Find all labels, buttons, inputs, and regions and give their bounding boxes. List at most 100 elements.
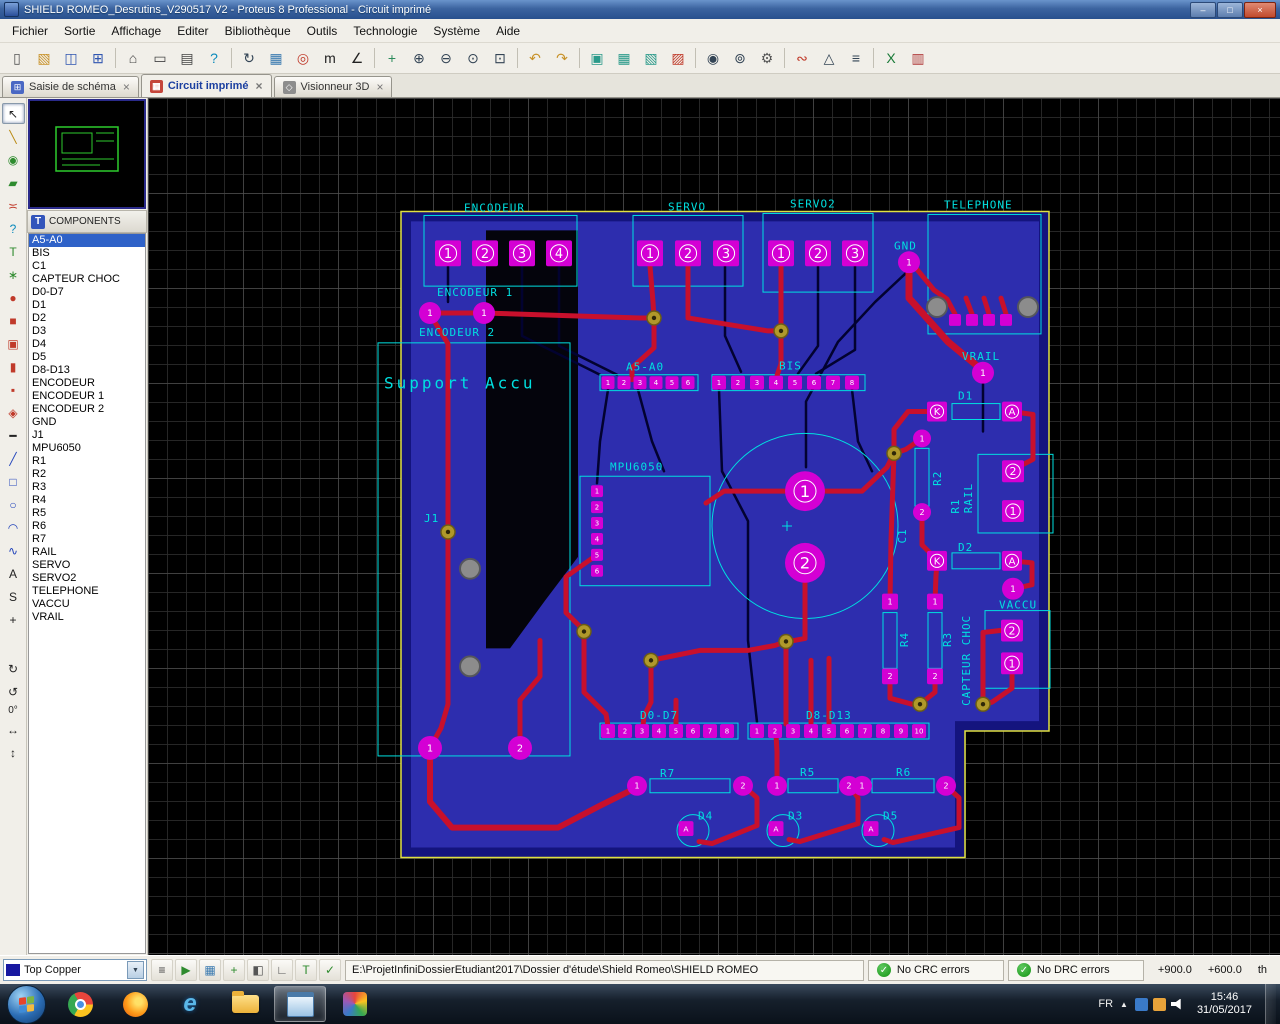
edge-pad-tool-icon[interactable]: ▮ [2, 356, 25, 377]
auto-track-icon[interactable]: T [295, 959, 317, 981]
tab-circuit-imprim[interactable]: ▦ Circuit imprimé × [140, 74, 272, 97]
component-item-c1[interactable]: C1 [29, 260, 145, 273]
pick-parts-icon[interactable]: ◉ [700, 45, 726, 71]
block-copy-icon[interactable]: ▣ [584, 45, 610, 71]
component-item-encodeur[interactable]: ENCODEUR [29, 377, 145, 390]
save-icon[interactable]: ◫ [58, 45, 84, 71]
component-item-servo2[interactable]: SERVO2 [29, 572, 145, 585]
window-minimize-button[interactable]: – [1190, 1, 1216, 18]
menu-fichier[interactable]: Fichier [4, 21, 56, 41]
mirror-horizontal-icon[interactable]: ↔ [2, 719, 25, 740]
rotate-clockwise-icon[interactable]: ↻ [2, 658, 25, 679]
component-item-a5-a0[interactable]: A5-A0 [29, 234, 145, 247]
component-item-r2[interactable]: R2 [29, 468, 145, 481]
menu-sortie[interactable]: Sortie [56, 21, 103, 41]
component-item-telephone[interactable]: TELEPHONE [29, 585, 145, 598]
selection-tool-icon[interactable]: ↖ [1, 103, 25, 124]
polar-coords-icon[interactable]: ∠ [344, 45, 370, 71]
board-flip-icon[interactable]: ◧ [247, 959, 269, 981]
2d-symbol-tool-icon[interactable]: S [2, 586, 25, 607]
language-indicator[interactable]: FR [1098, 998, 1113, 1010]
2d-box-tool-icon[interactable]: □ [2, 471, 25, 492]
menu-technologie[interactable]: Technologie [345, 21, 425, 41]
2d-circle-tool-icon[interactable]: ○ [2, 494, 25, 515]
component-item-r3[interactable]: R3 [29, 481, 145, 494]
pan-icon[interactable]: + [379, 45, 405, 71]
pcb-canvas[interactable]: 1234123123123456123456781234567812345678… [148, 98, 1280, 955]
component-item-r7[interactable]: R7 [29, 533, 145, 546]
zoom-area-icon[interactable]: ⊡ [487, 45, 513, 71]
zoom-in-icon[interactable]: ⊕ [406, 45, 432, 71]
menu-editer[interactable]: Editer [169, 21, 216, 41]
menu-aide[interactable]: Aide [488, 21, 528, 41]
tray-app-orange-icon[interactable] [1152, 997, 1166, 1011]
tray-app-blue-icon[interactable] [1134, 997, 1148, 1011]
smd-pad-tool-icon[interactable]: ▪ [2, 379, 25, 400]
rotate-anticlockwise-icon[interactable]: ↺ [2, 681, 25, 702]
2d-line-tool-icon[interactable]: ╱ [2, 448, 25, 469]
dil-pad-tool-icon[interactable]: ▣ [2, 333, 25, 354]
tab-visionneur-3d[interactable]: ◇ Visionneur 3D × [273, 76, 393, 97]
component-item-r6[interactable]: R6 [29, 520, 145, 533]
undo-icon[interactable]: ↶ [522, 45, 548, 71]
zoom-all-icon[interactable]: ⊙ [460, 45, 486, 71]
tab-close-icon[interactable]: × [123, 80, 130, 94]
zoom-out-icon[interactable]: ⊖ [433, 45, 459, 71]
component-item-vrail[interactable]: VRAIL [29, 611, 145, 624]
layer-pairs-icon[interactable]: ≡ [843, 45, 869, 71]
component-item-d3[interactable]: D3 [29, 325, 145, 338]
tray-expand-icon[interactable]: ▲ [1120, 1000, 1128, 1009]
component-item-r1[interactable]: R1 [29, 455, 145, 468]
graph-icon[interactable]: ▥ [905, 45, 931, 71]
chevron-down-icon[interactable]: ▼ [127, 961, 144, 979]
connectivity-highlight-icon[interactable]: ? [2, 218, 25, 239]
tray-volume-icon[interactable] [1170, 998, 1181, 1010]
home-icon[interactable]: ⌂ [120, 45, 146, 71]
block-delete-icon[interactable]: ▨ [665, 45, 691, 71]
tab-close-icon[interactable]: × [376, 80, 383, 94]
print-icon[interactable]: ▤ [174, 45, 200, 71]
tab-saisie-de-sch-ma[interactable]: ⊞ Saisie de schéma × [2, 76, 139, 97]
new-file-icon[interactable]: ▯ [4, 45, 30, 71]
square-pad-tool-icon[interactable]: ■ [2, 310, 25, 331]
component-item-gnd[interactable]: GND [29, 416, 145, 429]
menu-syst-me[interactable]: Système [425, 21, 488, 41]
metric-toggle-icon[interactable]: m [317, 45, 343, 71]
internet-explorer-button[interactable]: e [164, 986, 216, 1022]
tab-close-icon[interactable]: × [256, 79, 263, 93]
menu-outils[interactable]: Outils [299, 21, 346, 41]
design-overview[interactable] [28, 99, 146, 209]
false-origin-icon[interactable]: ◎ [290, 45, 316, 71]
layer-stack-icon[interactable]: ≡ [151, 959, 173, 981]
track-placement-icon[interactable]: ╲ [2, 126, 25, 147]
tools-icon[interactable]: ⚙ [754, 45, 780, 71]
component-item-vaccu[interactable]: VACCU [29, 598, 145, 611]
window-close-button[interactable]: × [1244, 1, 1276, 18]
2d-text-tool-icon[interactable]: A [2, 563, 25, 584]
component-item-encodeur-1[interactable]: ENCODEUR 1 [29, 390, 145, 403]
component-item-r4[interactable]: R4 [29, 494, 145, 507]
components-header-icon[interactable]: T [31, 214, 45, 229]
component-item-d0-d7[interactable]: D0-D7 [29, 286, 145, 299]
redo-icon[interactable]: ↷ [549, 45, 575, 71]
make-package-icon[interactable]: ⊚ [727, 45, 753, 71]
component-item-mpu6050[interactable]: MPU6050 [29, 442, 145, 455]
trace-style-tool-icon[interactable]: ━ [2, 425, 25, 446]
chrome-button[interactable] [54, 986, 106, 1022]
crosshair-icon[interactable]: + [223, 959, 245, 981]
block-move-icon[interactable]: ▦ [611, 45, 637, 71]
component-tool-icon[interactable]: T [2, 241, 25, 262]
pad-stack-tool-icon[interactable]: ◈ [2, 402, 25, 423]
component-item-d5[interactable]: D5 [29, 351, 145, 364]
component-item-d1[interactable]: D1 [29, 299, 145, 312]
block-rotate-icon[interactable]: ▧ [638, 45, 664, 71]
component-item-encodeur-2[interactable]: ENCODEUR 2 [29, 403, 145, 416]
proteus-window-button[interactable] [274, 986, 326, 1022]
component-item-d2[interactable]: D2 [29, 312, 145, 325]
grid-toggle-icon[interactable]: ▦ [263, 45, 289, 71]
import-file-icon[interactable]: ⊞ [85, 45, 111, 71]
window-maximize-button[interactable]: □ [1217, 1, 1243, 18]
windows-explorer-button[interactable] [219, 986, 271, 1022]
work-area-icon[interactable]: ▭ [147, 45, 173, 71]
component-item-capteur-choc[interactable]: CAPTEUR CHOC [29, 273, 145, 286]
